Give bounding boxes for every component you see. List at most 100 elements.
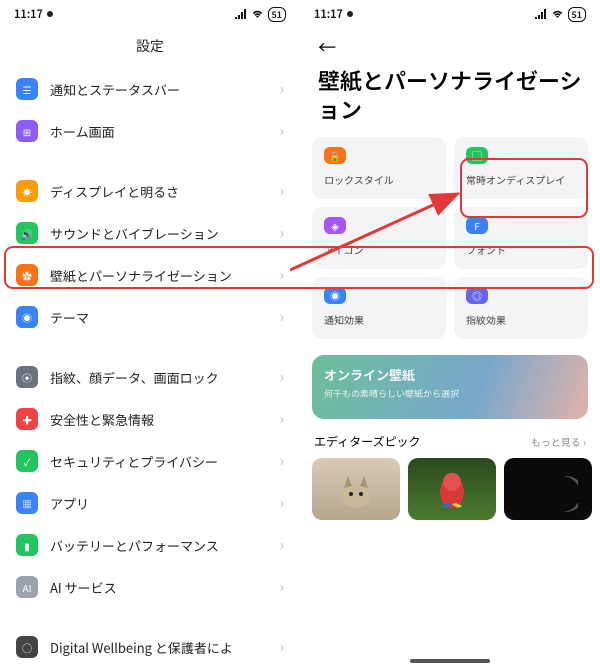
card-icon: ◉ (324, 287, 346, 304)
card-label: 指紋効果 (466, 312, 576, 327)
right-screen: 11:17 51 ← 壁紙とパーソナライゼーション 🔒ロックスタイル ▢ 常時オンデ… (300, 0, 600, 667)
settings-row-icon: ☰ (16, 78, 38, 100)
chevron-right-icon: › (280, 79, 284, 99)
wifi-icon (551, 9, 564, 19)
card-icon: ▢ (466, 147, 488, 164)
settings-row-7[interactable]: ✚ 安全性と緊急情報 › (0, 398, 300, 440)
page-title-wallpaper: 壁紙とパーソナライゼーション (300, 62, 600, 137)
wallpaper-thumb-moon[interactable] (504, 458, 592, 520)
editors-pick-header: エディターズピック もっと見る › (300, 429, 600, 458)
settings-row-icon: ✚ (16, 408, 38, 430)
chevron-right-icon: › (280, 577, 284, 597)
online-wallpaper-banner[interactable]: オンライン壁紙 何千もの素晴らしい壁紙から選択 (312, 355, 588, 419)
personalization-card-2[interactable]: ◈ アイコン (312, 207, 446, 269)
personalization-card-3[interactable]: F フォント (454, 207, 588, 269)
status-icons: 51 (235, 7, 286, 22)
status-time: 11:17 (314, 6, 343, 22)
settings-row-12[interactable]: ◯ Digital Wellbeing と保護者によ › (0, 626, 300, 667)
chevron-right-icon: › (280, 637, 284, 657)
settings-row-5[interactable]: ◉ テーマ › (0, 296, 300, 338)
settings-list: ☰通知とステータスバー›⊞ホーム画面›☀ディスプレイと明るさ›🔊サウンドとバイブ… (0, 68, 300, 667)
settings-row-1[interactable]: ⊞ ホーム画面 › (0, 110, 300, 152)
chevron-right-icon: › (280, 451, 284, 471)
settings-row-label: ディスプレイと明るさ (50, 182, 268, 201)
settings-row-10[interactable]: ▮ バッテリーとパフォーマンス › (0, 524, 300, 566)
wallpaper-thumb-cat[interactable] (312, 458, 400, 520)
settings-row-2[interactable]: ☀ ディスプレイと明るさ › (0, 170, 300, 212)
personalization-grid: 🔒ロックスタイル ▢ 常時オンディスプレイ ◈ アイコン F フォント ◉ 通知効果 ◎ 指紋効果 (300, 137, 600, 349)
status-dot-icon (47, 11, 53, 17)
settings-row-icon: ☀ (16, 180, 38, 202)
settings-row-label: バッテリーとパフォーマンス (50, 536, 268, 555)
status-battery: 51 (568, 7, 586, 22)
wifi-icon (251, 9, 264, 19)
settings-row-icon: ⦿ (16, 366, 38, 388)
chevron-right-icon: › (280, 121, 284, 141)
status-bar: 11:17 51 (300, 0, 600, 28)
chevron-right-icon: › (280, 493, 284, 513)
card-icon: ◈ (324, 217, 346, 234)
settings-row-label: 指紋、顔データ、画面ロック (50, 368, 268, 387)
card-label: 常時オンディスプレイ (466, 172, 576, 187)
settings-row-icon: ▮ (16, 534, 38, 556)
settings-row-label: アプリ (50, 494, 268, 513)
personalization-card-0[interactable]: 🔒ロックスタイル (312, 137, 446, 199)
chevron-right-icon: › (280, 223, 284, 243)
editors-pick-title: エディターズピック (314, 433, 421, 450)
settings-row-icon: 🔊 (16, 222, 38, 244)
settings-row-icon: ◉ (16, 306, 38, 328)
settings-row-icon: ⊞ (16, 120, 38, 142)
settings-row-8[interactable]: ✓ セキュリティとプライバシー › (0, 440, 300, 482)
chevron-right-icon: › (280, 307, 284, 327)
settings-row-3[interactable]: 🔊サウンドとバイブレーション› (0, 212, 300, 254)
personalization-card-1[interactable]: ▢ 常時オンディスプレイ (454, 137, 588, 199)
settings-row-label: 壁紙とパーソナライゼーション (50, 266, 268, 285)
settings-row-9[interactable]: ▦ アプリ › (0, 482, 300, 524)
settings-row-icon: ▦ (16, 492, 38, 514)
chevron-right-icon: › (280, 535, 284, 555)
chevron-right-icon: › (280, 409, 284, 429)
status-bar: 11:17 51 (0, 0, 300, 28)
settings-row-6[interactable]: ⦿ 指紋、顔データ、画面ロック › (0, 356, 300, 398)
settings-row-label: 安全性と緊急情報 (50, 410, 268, 429)
left-screen: 11:17 51 設定 ☰ 通知とステータスバー › ⊞ ホーム画面 › ☀ ディスプレイと明… (0, 0, 300, 667)
card-label: ロックスタイル (324, 172, 434, 187)
card-label: フォント (466, 242, 576, 257)
status-icons: 51 (535, 7, 586, 22)
settings-row-4[interactable]: ✿壁紙とパーソナライゼーション› (0, 254, 300, 296)
settings-row-11[interactable]: AI AI サービス › (0, 566, 300, 608)
personalization-card-5[interactable]: ◎ 指紋効果 (454, 277, 588, 339)
card-icon: F (466, 217, 488, 234)
settings-row-icon: ◯ (16, 636, 38, 658)
settings-row-label: Digital Wellbeing と保護者によ (50, 638, 268, 657)
settings-row-icon: ✿ (16, 264, 38, 286)
banner-subtitle: 何千もの素晴らしい壁紙から選択 (324, 387, 576, 400)
chevron-right-icon: › (280, 181, 284, 201)
card-icon: ◎ (466, 287, 488, 304)
cat-image-icon (326, 464, 386, 514)
home-indicator[interactable] (410, 659, 490, 663)
status-time: 11:17 (14, 6, 43, 22)
back-button[interactable]: ← (300, 28, 600, 62)
more-link[interactable]: もっと見る › (531, 434, 586, 449)
settings-row-label: AI サービス (50, 578, 268, 597)
signal-icon (235, 9, 247, 19)
settings-row-label: ホーム画面 (50, 122, 268, 141)
settings-row-0[interactable]: ☰ 通知とステータスバー › (0, 68, 300, 110)
settings-row-icon: ✓ (16, 450, 38, 472)
page-title-settings: 設定 (0, 28, 300, 68)
wallpaper-thumbnails (300, 458, 600, 520)
status-dot-icon (347, 11, 353, 17)
settings-row-label: 通知とステータスバー (50, 80, 268, 99)
wallpaper-thumb-parrot[interactable] (408, 458, 496, 520)
settings-row-label: セキュリティとプライバシー (50, 452, 268, 471)
card-label: アイコン (324, 242, 434, 257)
parrot-image-icon (422, 464, 482, 514)
card-label: 通知効果 (324, 312, 434, 327)
settings-row-icon: AI (16, 576, 38, 598)
chevron-right-icon: › (280, 367, 284, 387)
signal-icon (535, 9, 547, 19)
settings-row-label: テーマ (50, 308, 268, 327)
personalization-card-4[interactable]: ◉ 通知効果 (312, 277, 446, 339)
moon-image-icon (518, 464, 578, 514)
